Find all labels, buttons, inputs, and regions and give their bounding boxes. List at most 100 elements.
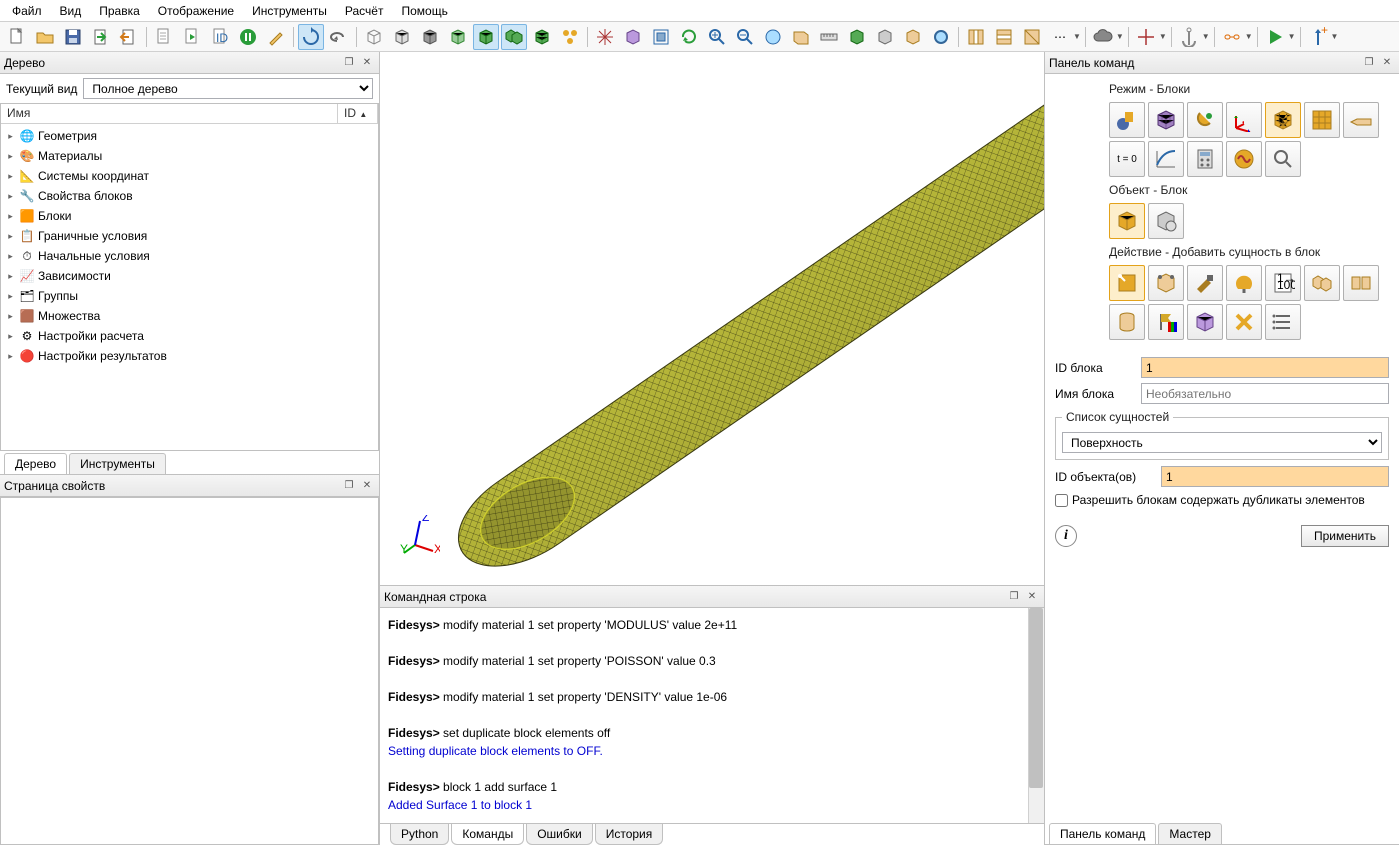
apply-button[interactable]: Применить [1301,525,1389,547]
shaded-icon[interactable] [417,24,443,50]
undock-icon[interactable]: ❐ [341,55,357,71]
tab-errors[interactable]: Ошибки [526,824,593,845]
cmd-scrollbar[interactable] [1028,608,1044,823]
link-icon[interactable] [1219,24,1245,50]
tree-item-5[interactable]: ▸📋Граничные условия [1,226,378,246]
undo-icon[interactable] [326,24,352,50]
grid-icon[interactable] [592,24,618,50]
save-file-icon[interactable] [60,24,86,50]
tab-tools[interactable]: Инструменты [69,453,166,474]
block-name-input[interactable] [1141,383,1389,404]
mode-geometry-icon[interactable] [1109,102,1145,138]
play-icon[interactable] [179,24,205,50]
cut1-icon[interactable] [963,24,989,50]
wireframe-icon[interactable] [361,24,387,50]
cut2-icon[interactable] [991,24,1017,50]
cut3-icon[interactable] [1019,24,1045,50]
obj-block-prop-icon[interactable] [1148,203,1184,239]
tab-cmd-panel[interactable]: Панель команд [1049,823,1156,844]
play-id-icon[interactable]: ID [207,24,233,50]
solid-overlap-icon[interactable] [501,24,527,50]
tree-item-8[interactable]: ▸🗂Группы [1,286,378,306]
menu-edit[interactable]: Правка [91,2,148,20]
zoom-fit-icon[interactable] [760,24,786,50]
viewport-3d[interactable]: X Y Z [380,52,1044,585]
mesh-gray-icon[interactable] [872,24,898,50]
mode-material-icon[interactable] [1187,102,1223,138]
close3-icon[interactable]: ✕ [1024,589,1040,605]
tree-item-10[interactable]: ▸⚙Настройки расчета [1,326,378,346]
cloud-icon[interactable] [1090,24,1116,50]
act-list-icon[interactable] [1265,304,1301,340]
dropdown5-icon[interactable]: ▼ [1245,32,1253,41]
dropdown7-icon[interactable]: ▼ [1331,32,1339,41]
dropdown2-icon[interactable]: ▼ [1116,32,1124,41]
tree-item-9[interactable]: ▸🟫Множества [1,306,378,326]
act-paint-icon[interactable] [1226,265,1262,301]
act-cube-icon[interactable] [1148,265,1184,301]
dropdown3-icon[interactable]: ▼ [1159,32,1167,41]
expander-icon[interactable]: ▸ [5,171,16,182]
mode-mesh-icon[interactable] [1148,102,1184,138]
tab-commands[interactable]: Команды [451,824,524,845]
clip-icon[interactable] [648,24,674,50]
wireframe2-icon[interactable] [900,24,926,50]
mode-cs-icon[interactable] [1226,102,1262,138]
tree-col-id[interactable]: ID ▲ [338,104,378,123]
cmd-output[interactable]: Fidesys> modify material 1 set property … [380,608,1044,823]
obj-block-icon[interactable] [1109,203,1145,239]
tree-item-3[interactable]: ▸🔧Свойства блоков [1,186,378,206]
meshed-icon[interactable] [529,24,555,50]
zoom-in-icon[interactable] [704,24,730,50]
entity-type-select[interactable]: Поверхность [1062,432,1382,453]
hidden-line-icon[interactable] [389,24,415,50]
menu-calc[interactable]: Расчёт [337,2,392,20]
tree-item-2[interactable]: ▸📐Системы координат [1,166,378,186]
ruler-icon[interactable] [816,24,842,50]
transparent-icon[interactable] [445,24,471,50]
menu-display[interactable]: Отображение [150,2,242,20]
close4-icon[interactable]: ✕ [1379,55,1395,71]
mode-t0-icon[interactable]: t = 0 [1109,141,1145,177]
mode-calc-icon[interactable] [1187,141,1223,177]
menu-help[interactable]: Помощь [393,2,455,20]
export-icon[interactable] [88,24,114,50]
tab-python[interactable]: Python [390,824,449,845]
tree-item-0[interactable]: ▸🌐Геометрия [1,126,378,146]
more1-icon[interactable]: ⋯ [1047,24,1073,50]
expander-icon[interactable]: ▸ [5,291,16,302]
tab-wizard[interactable]: Мастер [1158,823,1222,844]
rotate-icon[interactable] [298,24,324,50]
tree-col-name[interactable]: Имя [1,104,338,123]
mode-bc-icon[interactable] [1304,102,1340,138]
expander-icon[interactable]: ▸ [5,251,16,262]
mesh-green-icon[interactable] [844,24,870,50]
box-persp-icon[interactable] [788,24,814,50]
dup-checkbox[interactable] [1055,494,1068,507]
act-cubes-icon[interactable] [1304,265,1340,301]
tab-tree[interactable]: Дерево [4,453,67,474]
expander-icon[interactable]: ▸ [5,271,16,282]
tree-view[interactable]: Имя ID ▲ ▸🌐Геометрия▸🎨Материалы▸📐Системы… [0,103,379,451]
block-id-input[interactable] [1141,357,1389,378]
edit-draw-icon[interactable] [263,24,289,50]
mode-dep-icon[interactable] [1148,141,1184,177]
tree-item-4[interactable]: ▸🟧Блоки [1,206,378,226]
perspective-icon[interactable] [620,24,646,50]
act-flag-icon[interactable] [1148,304,1184,340]
dropdown-icon[interactable]: ▼ [1073,32,1081,41]
act-cylinder-icon[interactable] [1109,304,1145,340]
crosshair-icon[interactable] [1133,24,1159,50]
tree-item-11[interactable]: ▸🔴Настройки результатов [1,346,378,366]
act-delete-icon[interactable] [1226,304,1262,340]
mode-ic-icon[interactable] [1343,102,1379,138]
anchor-icon[interactable] [1176,24,1202,50]
open-file-icon[interactable] [32,24,58,50]
run-icon[interactable] [1262,24,1288,50]
expander-icon[interactable]: ▸ [5,231,16,242]
tree-item-6[interactable]: ▸⏱Начальные условия [1,246,378,266]
expander-icon[interactable]: ▸ [5,211,16,222]
expander-icon[interactable]: ▸ [5,151,16,162]
act-hammer-icon[interactable] [1187,265,1223,301]
points-icon[interactable] [557,24,583,50]
